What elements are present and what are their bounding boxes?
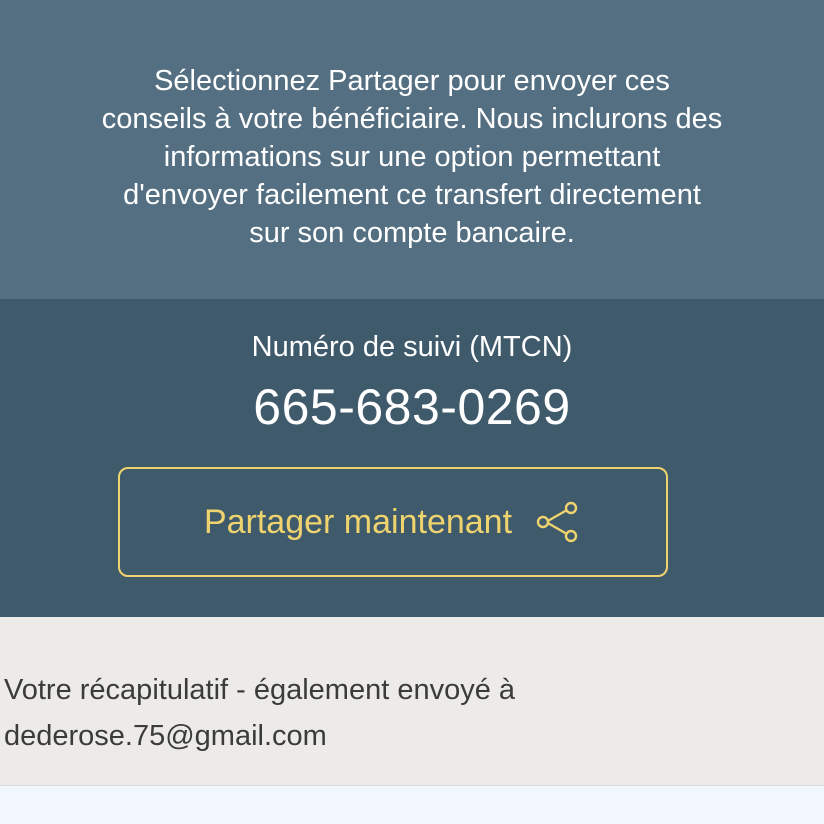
tracking-number-label: Numéro de suivi (MTCN) xyxy=(251,331,573,363)
share-info-text: Sélectionnez Partager pour envoyer ces c… xyxy=(101,65,723,249)
summary-email: dederose.75@gmail.com xyxy=(4,720,327,752)
summary-label: Votre récapitulatif - également envoyé à xyxy=(4,674,516,706)
bottom-panel xyxy=(0,786,824,824)
summary-panel: Votre récapitulatif - également envoyé à… xyxy=(0,617,824,785)
transfer-confirmation-screen: Sélectionnez Partager pour envoyer ces c… xyxy=(0,0,824,824)
tracking-panel: Numéro de suivi (MTCN) 665-683-0269 Part… xyxy=(0,299,824,617)
share-now-button[interactable]: Partager maintenant xyxy=(118,467,668,577)
share-icon xyxy=(536,501,578,543)
share-now-label: Partager maintenant xyxy=(203,503,513,541)
summary-text: Votre récapitulatif - également envoyé à… xyxy=(4,667,804,759)
tracking-number: 665-683-0269 xyxy=(253,379,571,435)
share-info-panel: Sélectionnez Partager pour envoyer ces c… xyxy=(0,0,824,299)
